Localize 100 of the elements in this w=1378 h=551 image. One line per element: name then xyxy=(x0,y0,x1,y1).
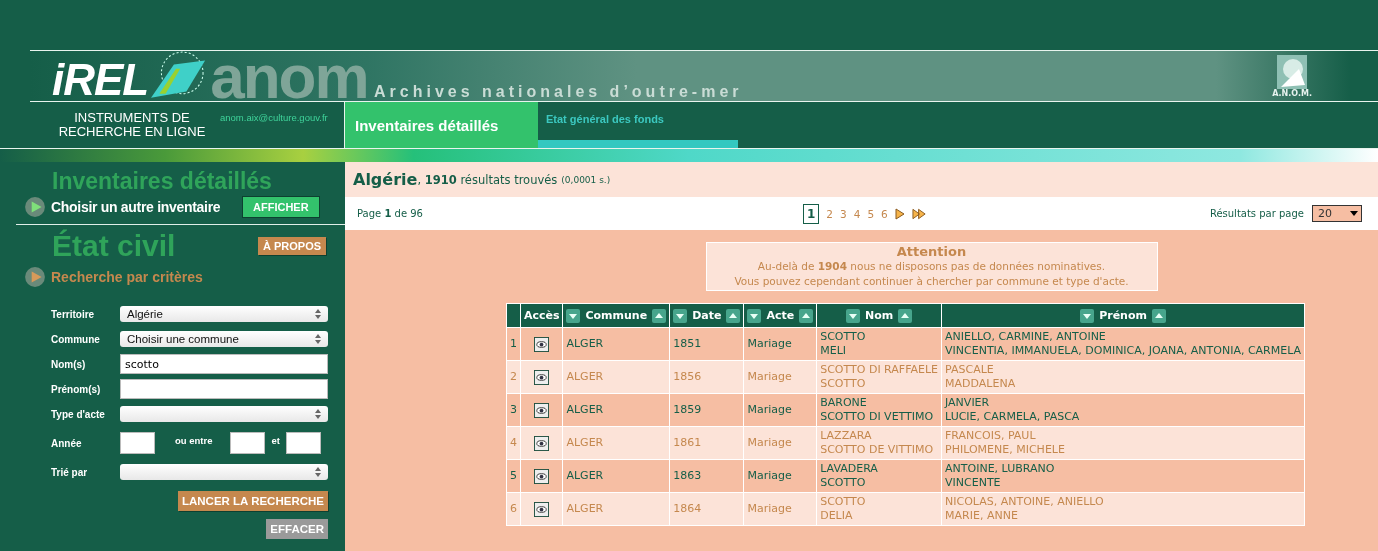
sort-down-icon[interactable] xyxy=(1080,308,1095,323)
dropdown[interactable]: Algérie xyxy=(120,306,328,322)
column-header[interactable]: Commune xyxy=(562,303,670,328)
table-cell: PASCALE MADDALENA xyxy=(941,360,1305,394)
year-field[interactable] xyxy=(120,432,155,454)
table-cell: Mariage xyxy=(743,492,817,526)
sort-down-icon[interactable] xyxy=(747,308,762,323)
notice-text: Au-delà de 1904 nous ne disposons pas de données nominatives. xyxy=(756,259,1107,274)
next-page-icon[interactable] xyxy=(894,207,905,220)
table-cell: Mariage xyxy=(743,393,817,427)
updown-arrows-icon xyxy=(315,409,321,419)
field-label: Année xyxy=(51,437,83,449)
table-cell: 1864 xyxy=(669,492,744,526)
play-icon xyxy=(24,265,46,288)
page-info: Page 1 de 96 xyxy=(357,208,424,219)
table-cell: Mariage xyxy=(743,426,817,460)
table-cell: Mariage xyxy=(743,360,817,394)
input-field[interactable]: scotto xyxy=(120,354,328,374)
page-link[interactable]: 2 xyxy=(826,207,834,220)
field-label: Trié par xyxy=(51,466,89,478)
eye-icon[interactable] xyxy=(534,402,550,418)
year-field[interactable] xyxy=(230,432,266,454)
field-label: Type d'acte xyxy=(51,408,106,420)
table-cell: 1851 xyxy=(669,327,744,361)
page-link[interactable]: 6 xyxy=(881,207,888,220)
column-header[interactable]: Acte xyxy=(743,303,817,328)
table-cell: ALGER xyxy=(562,459,670,493)
per-page-label: Résultats par page xyxy=(1209,208,1304,219)
table-cell: ALGER xyxy=(562,492,670,526)
table-cell: NICOLAS, ANTOINE, ANIELLO MARIE, ANNE xyxy=(941,492,1305,526)
eye-icon[interactable] xyxy=(534,336,550,352)
sort-down-icon[interactable] xyxy=(846,308,860,323)
column-title: Date xyxy=(692,309,722,323)
column-title: Acte xyxy=(766,309,795,323)
sort-up-icon[interactable] xyxy=(726,308,741,323)
play-icon xyxy=(24,196,46,218)
eye-icon[interactable] xyxy=(534,468,550,484)
sort-up-icon[interactable] xyxy=(898,308,913,323)
row-number: 5 xyxy=(506,459,521,493)
eye-icon[interactable] xyxy=(534,501,550,517)
page-link[interactable]: 1 xyxy=(803,203,820,224)
dropdown-value: Algérie xyxy=(127,308,163,320)
sort-down-icon[interactable] xyxy=(566,308,581,323)
sort-up-icon[interactable] xyxy=(652,308,667,323)
inventory-link[interactable]: Choisir un autre inventaire xyxy=(51,199,243,215)
row-number: 3 xyxy=(506,393,521,427)
row-number: 1 xyxy=(506,327,521,361)
table-cell: ALGER xyxy=(562,360,670,394)
year-field[interactable] xyxy=(285,432,321,454)
field-label: ou entre xyxy=(175,435,213,446)
page-link[interactable]: 4 xyxy=(853,207,861,220)
column-title: Commune xyxy=(585,309,648,323)
field-label: Commune xyxy=(51,333,101,345)
column-title: Accès xyxy=(523,309,560,323)
column-header[interactable]: Prénom xyxy=(941,303,1305,328)
logo-text: iREL xyxy=(52,58,149,102)
table-cell: 1859 xyxy=(669,393,744,427)
table-cell: ANIELLO, CARMINE, ANTOINE VINCENTIA, IMMANUELA, DOMINICA, JOANA, ANTONIA, CARMELA xyxy=(941,327,1305,361)
search-button[interactable]: LANCER LA RECHERCHE xyxy=(177,490,328,511)
table-cell: ALGER xyxy=(562,393,670,427)
tab[interactable]: Inventaires détaillés xyxy=(345,102,538,148)
table-cell: SCOTTO MELI xyxy=(816,327,942,361)
eye-icon[interactable] xyxy=(534,369,550,385)
per-page-dropdown[interactable]: 20 xyxy=(1312,205,1362,222)
table-cell: FRANCOIS, PAUL PHILOMENE, MICHELE xyxy=(941,426,1305,460)
sort-up-icon[interactable] xyxy=(799,308,814,323)
last-page-icon[interactable] xyxy=(911,207,927,220)
table-cell: Mariage xyxy=(743,459,817,493)
updown-arrows-icon xyxy=(315,334,321,344)
input-field[interactable] xyxy=(120,379,328,399)
subsection-title: Recherche par critères xyxy=(51,268,203,285)
about-button[interactable]: À PROPOS xyxy=(258,237,327,256)
clear-button[interactable]: EFFACER xyxy=(266,518,328,539)
table-cell: ALGER xyxy=(562,327,670,361)
updown-arrows-icon xyxy=(315,467,321,477)
sort-down-icon[interactable] xyxy=(673,308,688,323)
dropdown[interactable]: Choisir une commune xyxy=(120,331,328,347)
table-cell: LAZZARA SCOTTO DE VITTIMO xyxy=(816,426,942,460)
eye-icon[interactable] xyxy=(534,435,550,451)
row-number: 6 xyxy=(506,492,521,526)
column-title: Nom xyxy=(865,309,894,323)
page-link[interactable]: 3 xyxy=(840,207,847,220)
field-label: et xyxy=(271,435,280,446)
table-cell: ALGER xyxy=(562,426,670,460)
dropdown-value: Choisir une commune xyxy=(127,333,239,345)
table-cell: SCOTTO DI RAFFAELE SCOTTO xyxy=(816,360,942,394)
show-button[interactable]: AFFICHER xyxy=(243,197,319,217)
tagline: INSTRUMENTS DE RECHERCHE EN LIGNE xyxy=(57,110,207,140)
section-title: Inventaires détaillés xyxy=(52,170,273,193)
brand-text: anom xyxy=(210,52,368,102)
email-link[interactable]: anom.aix@culture.gouv.fr xyxy=(220,112,328,123)
sort-up-icon[interactable] xyxy=(1152,308,1166,323)
column-header[interactable]: Date xyxy=(669,303,744,328)
table-cell: BARONE SCOTTO DI VETTIMO xyxy=(816,393,942,427)
site-subtitle: Archives nationales d’outre-mer xyxy=(374,83,743,101)
results-count: , 1910 résultats trouvés xyxy=(417,172,558,187)
section-title: État civil xyxy=(52,229,177,264)
page-link[interactable]: 5 xyxy=(867,207,875,220)
column-header[interactable]: Nom xyxy=(816,303,942,328)
row-number: 4 xyxy=(506,426,521,460)
